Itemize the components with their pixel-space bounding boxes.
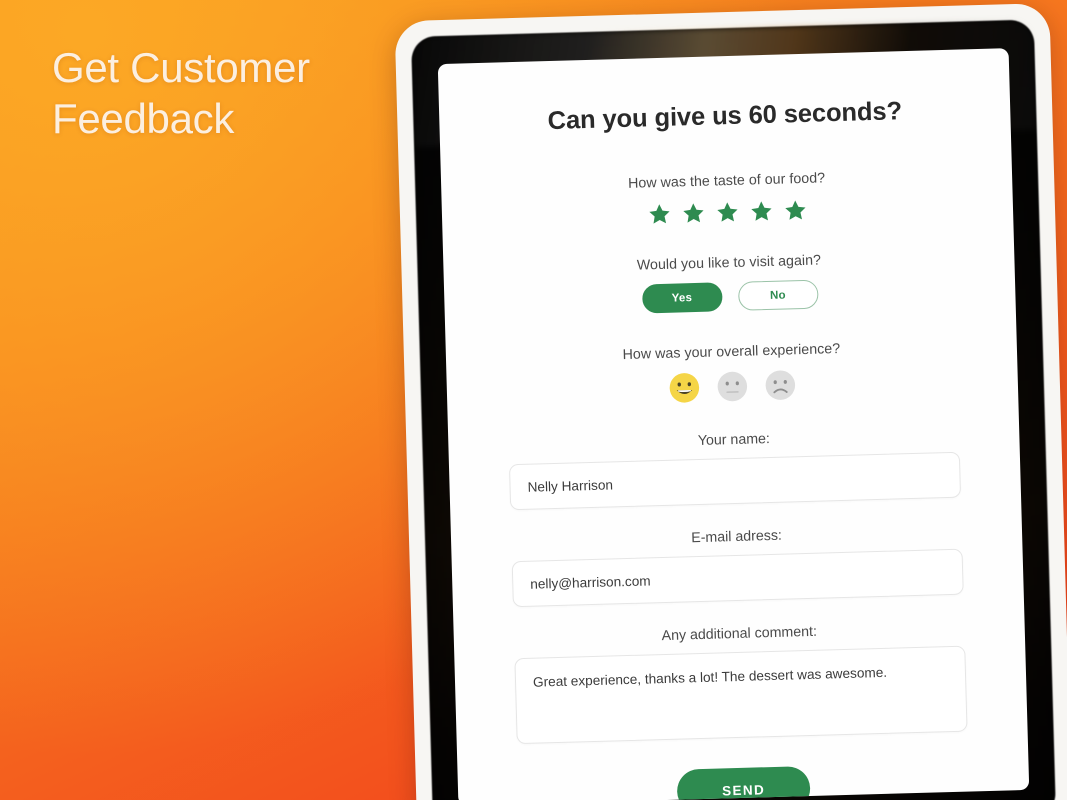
star-icon-3[interactable] xyxy=(715,200,741,226)
tablet-screen: Can you give us 60 seconds? How was the … xyxy=(437,48,1030,800)
email-field-label: E-mail adress: xyxy=(691,527,783,547)
send-button[interactable]: SEND xyxy=(676,766,811,800)
neutral-face-icon[interactable] xyxy=(716,371,748,403)
name-field-label: Your name: xyxy=(697,430,771,449)
visit-again-option-group: Yes No xyxy=(504,276,956,318)
email-input[interactable] xyxy=(511,548,964,608)
comment-field-label: Any additional comment: xyxy=(661,623,818,645)
sad-face-icon[interactable] xyxy=(764,369,796,401)
star-icon-1[interactable] xyxy=(647,202,673,228)
star-icon-4[interactable] xyxy=(749,199,775,225)
visit-again-no-button[interactable]: No xyxy=(737,279,819,311)
visit-again-yes-button[interactable]: Yes xyxy=(641,282,723,314)
star-rating-group[interactable] xyxy=(502,194,954,232)
tablet-device-mockup: Can you give us 60 seconds? How was the … xyxy=(394,3,1067,800)
star-icon-2[interactable] xyxy=(681,201,707,227)
star-icon-5[interactable] xyxy=(783,198,809,224)
page-headline: Get Customer Feedback xyxy=(52,42,402,144)
comment-field-group: Any additional comment: Great experience… xyxy=(514,620,968,750)
comment-textarea[interactable]: Great experience, thanks a lot! The dess… xyxy=(514,645,968,745)
experience-option-group xyxy=(507,365,959,409)
taste-question-label: How was the taste of our food? xyxy=(627,170,826,192)
headline-line-1: Get Customer xyxy=(52,44,310,91)
headline-line-2: Feedback xyxy=(52,95,235,143)
visit-again-question-label: Would you like to visit again? xyxy=(636,252,822,274)
email-field-group: E-mail adress: xyxy=(511,523,964,608)
happy-face-icon[interactable] xyxy=(668,372,700,404)
feedback-form: Can you give us 60 seconds? How was the … xyxy=(438,48,1029,800)
experience-question-label: How was your overall experience? xyxy=(622,340,841,364)
name-field-group: Your name: xyxy=(508,426,962,511)
form-title: Can you give us 60 seconds? xyxy=(547,97,903,136)
name-input[interactable] xyxy=(508,451,962,511)
